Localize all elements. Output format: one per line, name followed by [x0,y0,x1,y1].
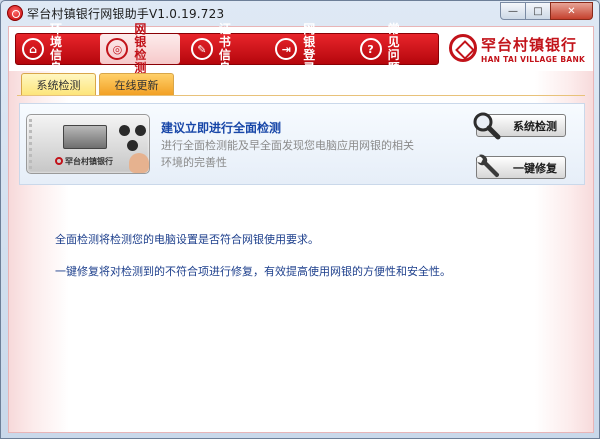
device-brand: 罕台村镇银行 [65,157,113,166]
nav-item-faq[interactable]: ? 常见问题 [354,23,433,75]
home-icon: ⌂ [22,38,44,60]
minimize-button[interactable]: — [500,2,526,20]
check-panel: 罕台村镇银行 建议立即进行全面检测 进行全面检测能及早全面发现您电脑应用网银的相… [19,103,585,185]
bank-seal-icon [449,34,477,62]
nav-item-environment[interactable]: ⌂ 环境信息 [16,23,95,75]
finger-icon [129,153,149,173]
tab-system-check[interactable]: 系统检测 [21,73,96,95]
nav-label: 网银登录 [303,22,320,75]
tab-online-update[interactable]: 在线更新 [99,73,174,95]
device-button-icon [135,125,146,136]
device-screen [63,125,107,149]
login-icon: ⇥ [275,38,298,60]
window-controls: — □ ✕ [500,2,593,20]
stethoscope-icon: ◎ [106,38,129,60]
system-check-label: 系统检测 [513,119,557,133]
close-button[interactable]: ✕ [550,2,593,20]
magnifier-icon [473,112,501,140]
panel-title: 建议立即进行全面检测 [161,121,282,135]
bank-english-name: HAN TAI VILLAGE BANK [481,55,586,64]
nav-item-certificate[interactable]: ✎ 证书信息 [185,23,264,75]
info-text-repair: 一键修复将对检测到的不符合项进行修复，有效提高使用网银的方便性和安全性。 [55,265,451,278]
nav-label: 证书信息 [218,22,235,75]
app-window: 罕台村镇银行网银助手V1.0.19.723 — □ ✕ ⌂ 环境信息 ◎ 网银检… [0,0,600,439]
one-click-repair-label: 一键修复 [513,161,557,175]
bank-name: 罕台村镇银行 [481,36,578,54]
usb-key-device-image: 罕台村镇银行 [26,114,150,174]
nav-item-bank-check[interactable]: ◎ 网银检测 [100,23,180,75]
app-logo-icon [7,5,23,21]
device-button-icon [119,125,130,136]
nav-label: 常见问题 [387,22,404,75]
nav-label: 网银检测 [134,22,151,75]
question-icon: ? [359,38,382,60]
tab-divider [17,95,585,96]
bank-logo: 罕台村镇银行 HAN TAI VILLAGE BANK [449,33,589,69]
nav-item-login[interactable]: ⇥ 网银登录 [269,23,348,75]
header: ⌂ 环境信息 ◎ 网银检测 ✎ 证书信息 ⇥ 网银登录 ? 常见问题 罕台村镇银… [9,23,593,75]
main-nav: ⌂ 环境信息 ◎ 网银检测 ✎ 证书信息 ⇥ 网银登录 ? 常见问题 [15,23,439,75]
title-bar[interactable]: 罕台村镇银行网银助手V1.0.19.723 — □ ✕ [1,1,599,25]
window-title: 罕台村镇银行网银助手V1.0.19.723 [27,7,225,21]
info-text-check: 全面检测将检测您的电脑设置是否符合网银使用要求。 [55,233,319,246]
client-area: ⌂ 环境信息 ◎ 网银检测 ✎ 证书信息 ⇥ 网银登录 ? 常见问题 罕台村镇银… [8,23,594,433]
panel-description: 进行全面检测能及早全面发现您电脑应用网银的相关环境的完善性 [161,139,414,169]
device-grip [29,119,53,169]
maximize-button[interactable]: □ [525,2,551,20]
wrench-icon [476,154,500,178]
device-seal-icon [55,157,63,165]
system-check-button[interactable]: 系统检测 [473,112,566,140]
nav-label: 环境信息 [50,22,67,75]
certificate-icon: ✎ [190,38,213,60]
device-button-icon [127,140,138,151]
one-click-repair-button[interactable]: 一键修复 [476,154,566,179]
tab-bar: 系统检测 在线更新 [21,73,177,95]
